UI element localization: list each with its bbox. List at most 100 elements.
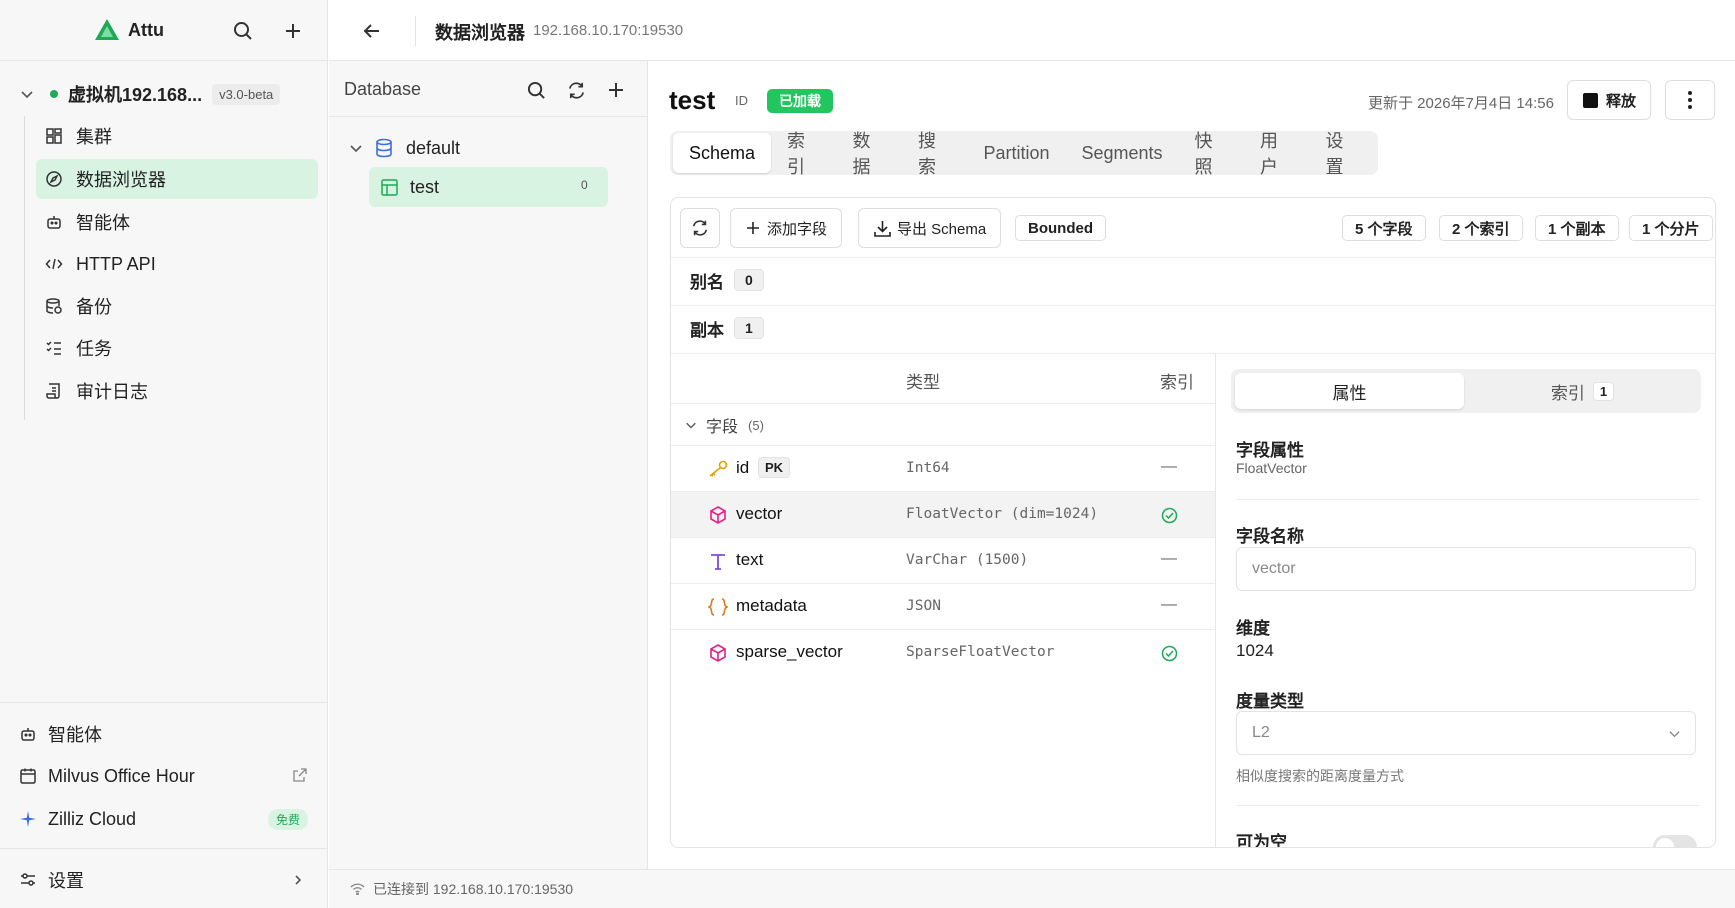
release-label: 释放	[1606, 92, 1637, 110]
db-panel-divider	[329, 116, 648, 117]
tab-label: Partition	[983, 142, 1050, 163]
footer-item-label: 智能体	[48, 725, 102, 745]
column-header-type: 类型	[906, 373, 940, 392]
tab-label: 索引	[1550, 383, 1585, 403]
tab-search[interactable]: 搜索	[902, 131, 967, 177]
field-group-count: (5)	[748, 417, 764, 433]
table-row[interactable]: id PK Int64 —	[671, 446, 1215, 492]
tab-properties[interactable]: 属性	[1235, 373, 1464, 409]
footer-item-office-hour[interactable]: Milvus Office Hour	[18, 758, 318, 794]
field-name-input-value: vector	[1252, 560, 1296, 577]
add-connection-icon[interactable]	[282, 20, 304, 42]
tab-partition[interactable]: Partition	[967, 133, 1065, 173]
sidebar-item-cluster[interactable]: 集群	[36, 116, 318, 156]
connection-row[interactable]: 虚拟机192.168... v3.0-beta	[18, 80, 318, 108]
sidebar-item-label: 审计日志	[76, 382, 148, 402]
nav-tree-line	[24, 116, 25, 420]
table-row-selected[interactable]: vector FloatVector (dim=1024)	[671, 492, 1215, 538]
field-name-label: 字段名称	[1236, 527, 1304, 546]
field-type: JSON	[906, 598, 941, 614]
field-props-label: 字段属性	[1236, 441, 1304, 460]
tab-count-badge: 1	[1592, 381, 1615, 401]
tab-label: 快照	[1194, 131, 1213, 177]
sidebar-header: Attu	[0, 0, 328, 61]
sidebar-item-data-browser[interactable]: 数据浏览器	[36, 159, 318, 199]
divider	[671, 403, 1215, 404]
nullable-toggle[interactable]	[1653, 835, 1697, 847]
refresh-icon[interactable]	[565, 79, 587, 101]
tab-settings[interactable]: 设置	[1309, 131, 1374, 177]
tab-index[interactable]: 索引	[771, 131, 836, 177]
tab-label: 索引	[787, 131, 806, 177]
sidebar-item-label: 数据浏览器	[76, 170, 166, 190]
collection-count: 0	[581, 178, 588, 192]
field-name: id	[736, 458, 750, 477]
nullable-label: 可为空	[1236, 833, 1287, 848]
top-bar: 数据浏览器 192.168.10.170:19530	[329, 0, 1735, 61]
search-icon[interactable]	[525, 79, 547, 101]
bot-icon	[44, 212, 64, 232]
tab-field-index[interactable]: 索引 1	[1468, 373, 1697, 409]
tab-label: 数据	[852, 131, 871, 177]
footer-item-label: 设置	[48, 871, 84, 891]
back-arrow-icon[interactable]	[361, 20, 383, 42]
scroll-icon	[44, 381, 64, 401]
search-icon[interactable]	[232, 20, 254, 42]
app-logo[interactable]: Attu	[94, 18, 164, 42]
field-name-input[interactable]: vector	[1236, 547, 1696, 591]
braces-icon	[707, 598, 729, 616]
collection-id-label: ID	[735, 93, 748, 108]
collection-title: test	[669, 85, 716, 115]
dimension-value: 1024	[1236, 641, 1274, 660]
sidebar-item-backup[interactable]: 备份	[36, 286, 318, 326]
release-button[interactable]: 释放	[1567, 80, 1652, 120]
chevron-down-icon	[18, 85, 36, 103]
alias-label: 别名	[690, 272, 724, 292]
divider	[1236, 805, 1700, 806]
refresh-button[interactable]	[680, 208, 720, 248]
connection-name: 虚拟机192.168...	[68, 85, 203, 105]
plus-icon	[745, 220, 761, 236]
check-circle-icon	[1160, 644, 1178, 662]
export-schema-button[interactable]: 导出 Schema	[858, 208, 1002, 248]
table-row[interactable]: sparse_vector SparseFloatVector	[671, 630, 1215, 676]
sidebar-item-audit-log[interactable]: 审计日志	[36, 371, 318, 411]
database-icon	[374, 138, 394, 158]
field-group-header[interactable]: 字段 (5)	[684, 412, 764, 438]
add-field-label: 添加字段	[767, 220, 828, 238]
field-name: text	[736, 550, 764, 569]
footer-item-agent[interactable]: 智能体	[18, 716, 318, 752]
sidebar-item-label: 集群	[76, 127, 112, 147]
database-tree-item[interactable]: default	[348, 135, 460, 161]
tab-schema[interactable]: Schema	[673, 133, 772, 173]
tab-users[interactable]: 用户	[1244, 131, 1309, 177]
consistency-chip: Bounded	[1015, 215, 1106, 241]
more-vertical-icon	[1688, 91, 1692, 109]
connection-status-dot	[50, 90, 58, 98]
field-index-none: —	[1161, 458, 1177, 475]
tab-segments[interactable]: Segments	[1066, 133, 1179, 173]
more-menu-button[interactable]	[1665, 80, 1715, 120]
metric-type-select[interactable]: L2	[1236, 711, 1696, 755]
footer-item-settings[interactable]: 设置	[18, 862, 318, 898]
footer-item-zilliz[interactable]: Zilliz Cloud 免费	[18, 801, 318, 837]
sidebar-item-agent[interactable]: 智能体	[36, 202, 318, 242]
divider	[671, 257, 1715, 258]
collection-tree-item[interactable]: test 0	[369, 167, 608, 207]
sidebar-item-tasks[interactable]: 任务	[36, 328, 318, 368]
table-row[interactable]: metadata JSON —	[671, 584, 1215, 630]
chevron-right-icon	[290, 872, 306, 888]
tab-bar: Schema 索引 数据 搜索 Partition Segments 快照 用户…	[670, 131, 1378, 177]
calendar-icon	[18, 766, 38, 786]
tab-data[interactable]: 数据	[837, 131, 902, 177]
replicas-count-chip: 1 个副本	[1535, 215, 1619, 241]
table-row[interactable]: text VarChar (1500) —	[671, 538, 1215, 584]
tab-snapshot[interactable]: 快照	[1179, 131, 1244, 177]
attu-logo-icon	[94, 18, 120, 42]
sidebar-item-http-api[interactable]: HTTP API	[36, 244, 318, 284]
divider	[671, 353, 1715, 354]
field-type: SparseFloatVector	[906, 644, 1055, 660]
database-name: default	[406, 137, 461, 158]
add-field-button[interactable]: 添加字段	[730, 208, 843, 248]
add-database-icon[interactable]	[605, 79, 627, 101]
